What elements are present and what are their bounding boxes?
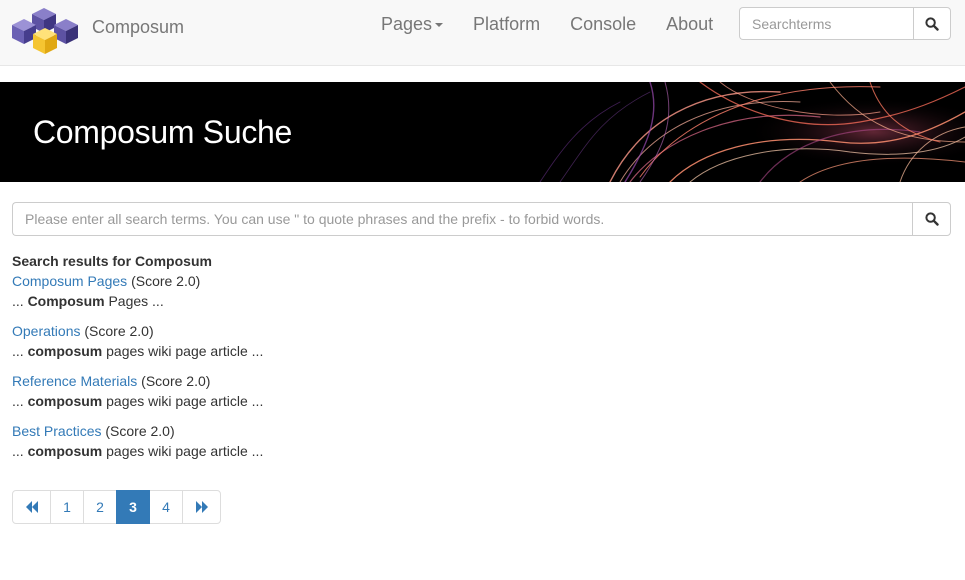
navbar-search-input[interactable] [739, 7, 913, 40]
pagination-page-4[interactable]: 4 [149, 490, 183, 524]
search-results: Search results for Composum Composum Pag… [12, 251, 942, 471]
search-icon [925, 16, 939, 31]
page-title: Composum Suche [33, 114, 293, 150]
double-chevron-right-icon [195, 501, 208, 513]
pagination: 1 2 3 4 [12, 490, 221, 524]
result-snippet: ... composum pages wiki page article ... [12, 341, 942, 361]
main-nav: Pages Platform Console About [366, 0, 728, 48]
composum-logo-icon [12, 8, 78, 54]
result-item: Operations (Score 2.0) ... composum page… [12, 321, 942, 361]
pagination-first-button[interactable] [12, 490, 51, 524]
snippet-highlight: Composum [27, 293, 105, 309]
nav-pages-dropdown[interactable]: Pages [366, 0, 458, 48]
page-banner: Composum Suche [0, 82, 965, 182]
result-score: (Score 2.0) [105, 423, 175, 439]
navbar: Composum Pages Platform Console About [0, 0, 965, 66]
snippet-highlight: composum [27, 443, 103, 459]
pagination-page-1[interactable]: 1 [50, 490, 84, 524]
navbar-search-button[interactable] [913, 7, 951, 40]
result-snippet: ... composum pages wiki page article ... [12, 391, 942, 411]
result-score: (Score 2.0) [131, 273, 201, 289]
pagination-page-3-current[interactable]: 3 [116, 490, 150, 524]
main-search-bar [12, 202, 951, 236]
result-item: Reference Materials (Score 2.0) ... comp… [12, 371, 942, 411]
result-title-link[interactable]: Operations [12, 323, 80, 339]
caret-down-icon [435, 23, 444, 28]
pagination-page-2[interactable]: 2 [83, 490, 117, 524]
main-search-button[interactable] [912, 202, 951, 236]
result-snippet: ... composum pages wiki page article ... [12, 441, 942, 461]
snippet-prefix: ... [12, 443, 28, 459]
result-title-link[interactable]: Reference Materials [12, 373, 137, 389]
double-chevron-left-icon [25, 501, 38, 513]
results-heading: Search results for Composum [12, 253, 212, 269]
snippet-highlight: composum [27, 343, 103, 359]
brand-link[interactable]: Composum [10, 6, 184, 56]
result-title-link[interactable]: Best Practices [12, 423, 101, 439]
nav-platform[interactable]: Platform [458, 0, 555, 48]
snippet-suffix: pages wiki page article ... [102, 393, 264, 409]
brand-name: Composum [92, 16, 185, 37]
result-snippet: ... Composum Pages ... [12, 291, 942, 311]
result-score: (Score 2.0) [141, 373, 211, 389]
snippet-highlight: composum [27, 393, 103, 409]
main-search-input[interactable] [12, 202, 912, 236]
snippet-suffix: Pages ... [104, 293, 164, 309]
navbar-search [739, 7, 951, 40]
result-score: (Score 2.0) [84, 323, 154, 339]
pagination-last-button[interactable] [182, 490, 221, 524]
snippet-suffix: pages wiki page article ... [102, 343, 264, 359]
snippet-suffix: pages wiki page article ... [102, 443, 264, 459]
snippet-prefix: ... [12, 393, 28, 409]
search-icon [924, 212, 939, 226]
nav-about[interactable]: About [651, 0, 728, 48]
result-item: Best Practices (Score 2.0) ... composum … [12, 421, 942, 461]
snippet-prefix: ... [12, 343, 28, 359]
nav-console[interactable]: Console [555, 0, 651, 48]
result-item: Composum Pages (Score 2.0) ... Composum … [12, 271, 942, 311]
result-title-link[interactable]: Composum Pages [12, 273, 127, 289]
nav-pages-label: Pages [381, 14, 433, 34]
snippet-prefix: ... [12, 293, 28, 309]
